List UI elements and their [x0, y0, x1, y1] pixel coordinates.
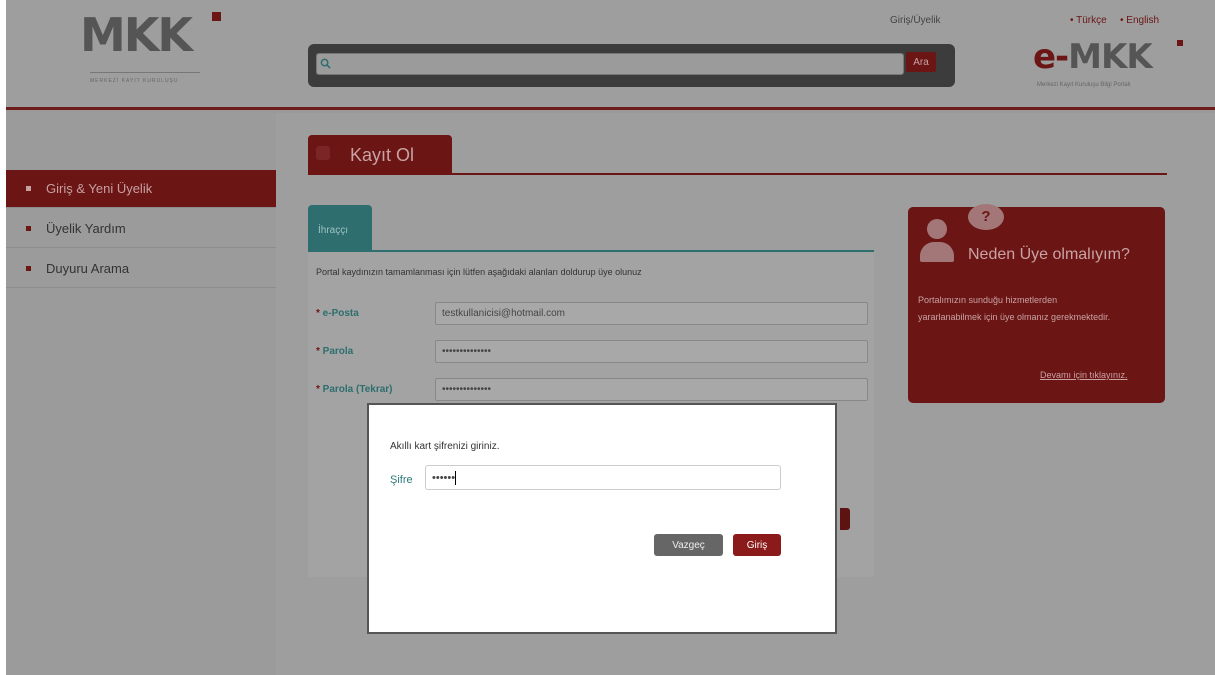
password-label-text: Parola	[322, 346, 354, 357]
password-label: * Parola	[316, 346, 353, 357]
lang-english[interactable]: • English	[1120, 15, 1159, 26]
text-caret	[455, 471, 456, 485]
user-icon	[927, 219, 947, 239]
sidebar-item-login-new-member[interactable]: Giriş & Yeni Üyelik	[6, 170, 276, 208]
search-input[interactable]	[316, 53, 904, 75]
portal-logo-text: e-MKK	[1033, 40, 1183, 74]
smart-card-password-input[interactable]	[425, 465, 781, 490]
logo-divider	[90, 72, 200, 73]
page-edge	[0, 0, 6, 675]
bullet-icon	[26, 266, 31, 271]
mkk-logo[interactable]: MKK MERKEZİ KAYIT KURULUŞU	[80, 8, 221, 92]
logo-square-icon	[212, 12, 221, 21]
password-repeat-label-text: Parola (Tekrar)	[322, 384, 393, 395]
required-mark: *	[316, 384, 323, 395]
page-title-icon	[316, 146, 330, 160]
dialog-prompt: Akıllı kart şifrenizi giriniz.	[390, 441, 500, 452]
login-button[interactable]: Giriş	[733, 534, 781, 556]
sidebar-item-label: Giriş & Yeni Üyelik	[46, 181, 153, 196]
required-mark: *	[316, 308, 323, 319]
bullet-icon	[26, 226, 31, 231]
password-field[interactable]	[435, 340, 868, 363]
tab-issuer[interactable]: İhraççı	[308, 205, 372, 250]
password-repeat-field[interactable]	[435, 378, 868, 401]
page-title: Kayıt Ol	[350, 145, 415, 165]
sidebar-item-announcement-search[interactable]: Duyuru Arama	[6, 250, 276, 288]
sidebar: Giriş & Yeni Üyelik Üyelik Yardım Duyuru…	[6, 113, 276, 675]
portal-logo-square-icon	[1177, 40, 1183, 46]
submit-button-edge	[840, 508, 850, 530]
read-more-link[interactable]: Devamı için tıklayınız.	[1040, 370, 1128, 380]
portal-logo-prefix: e-	[1033, 37, 1069, 77]
password-label: Şifre	[390, 474, 413, 486]
logo-subtitle: MERKEZİ KAYIT KURULUŞU	[90, 78, 179, 84]
sidebar-item-label: Duyuru Arama	[46, 261, 130, 276]
search-icon	[320, 58, 331, 69]
search-button[interactable]: Ara	[906, 52, 936, 72]
portal-logo-name: MKK	[1068, 37, 1153, 77]
sidebar-item-label: Üyelik Yardım	[46, 221, 126, 236]
form-intro: Portal kaydınızın tamamlanması için lütf…	[316, 267, 642, 277]
portal-logo-subtitle: Merkezi Kayıt Kuruluşu Bilgi Portalı	[1037, 82, 1131, 88]
login-link[interactable]: Giriş/Üyelik	[890, 15, 941, 26]
bullet-icon	[26, 186, 31, 191]
email-label-text: e-Posta	[322, 308, 359, 319]
smart-card-dialog: Akıllı kart şifrenizi giriniz. Şifre Vaz…	[367, 403, 837, 634]
sidebar-item-membership-help[interactable]: Üyelik Yardım	[6, 210, 276, 248]
password-repeat-label: * Parola (Tekrar)	[316, 384, 393, 395]
title-divider	[308, 173, 1167, 175]
e-mkk-logo[interactable]: e-MKK Merkezi Kayıt Kuruluşu Bilgi Porta…	[1033, 40, 1183, 100]
required-mark: *	[316, 346, 323, 357]
question-bubble-icon: ?	[968, 204, 1004, 230]
lang-turkish[interactable]: • Türkçe	[1070, 15, 1107, 26]
email-field[interactable]	[435, 302, 868, 325]
why-member-title: Neden Üye olmalıyım?	[968, 246, 1130, 263]
logo-text: MKK	[80, 8, 193, 62]
email-label: * e-Posta	[316, 308, 359, 319]
user-icon-body	[920, 242, 954, 262]
cancel-button[interactable]: Vazgeç	[654, 534, 723, 556]
why-member-text: Portalımızın sunduğu hizmetlerden yararl…	[918, 295, 1111, 322]
